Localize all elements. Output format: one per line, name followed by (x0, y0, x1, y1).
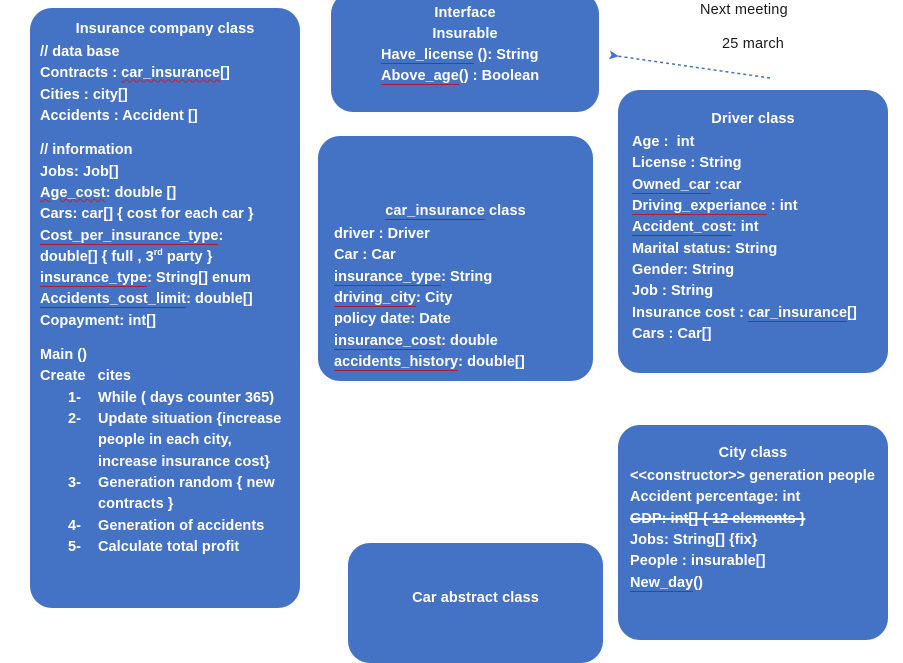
class-box-car-abstract[interactable]: Car abstract class (348, 543, 603, 663)
member-line: Gender: String (632, 261, 735, 278)
note-next-meeting-label: Next meeting (700, 2, 788, 18)
member-line: Car : Car (334, 247, 396, 264)
class-box-insurable-interface[interactable]: Interface Insurable Have_license (): Str… (331, 0, 599, 112)
member-line: Insurance cost : car_insurance[] (632, 304, 857, 322)
class-title-city: City class (718, 445, 788, 461)
member-line: Jobs: String[] {fix} (630, 531, 758, 548)
member-line: accidents_history: double[] (334, 353, 525, 371)
note-next-meeting-date: 25 march (722, 36, 785, 52)
member-line: Accidents : Accident [] (40, 107, 198, 124)
step-number: 5- (68, 538, 81, 555)
step-text: Calculate total profit (98, 538, 240, 555)
member-line: Copayment: int[] (40, 312, 156, 329)
step-number: 3- (68, 474, 81, 491)
diagram-canvas: Insurance company class // data base Con… (0, 0, 903, 663)
step-text: Generation of accidents (98, 517, 265, 534)
member-line: // data base (40, 44, 120, 61)
list-item: 1- While ( days counter 365) (68, 388, 292, 409)
member-line: Main () (40, 347, 88, 364)
main-procedure-steps: 1- While ( days counter 365) 2- Update s… (40, 388, 292, 559)
class-box-car-insurance[interactable]: car_insurance class driver : Driver Car … (318, 136, 593, 381)
class-title-driver: Driver class (711, 111, 795, 127)
class-members-car-insurance: driver : Driver Car : Car insurance_type… (318, 222, 593, 373)
member-line: Cities : city[] (40, 86, 128, 103)
step-number: 1- (68, 389, 81, 406)
class-title-interface: Interface (434, 5, 496, 21)
member-line-struck: GDP: int[] { 12 elements } (630, 510, 806, 527)
list-item: 4- Generation of accidents (68, 516, 292, 537)
member-line: insurance_type: String[] enum (40, 270, 251, 288)
class-title-insurance-company: Insurance company class (75, 21, 255, 37)
member-line: Age : int (632, 134, 695, 151)
member-line: Accident percentage: int (630, 489, 801, 506)
member-line: Age_cost: double [] (40, 184, 177, 201)
step-text: While ( days counter 365) (98, 389, 275, 406)
member-line: License : String (632, 155, 742, 172)
class-title-car-insurance: car_insurance class (385, 203, 526, 220)
member-line: // information (40, 142, 133, 159)
step-number: 4- (68, 517, 81, 534)
member-line: Marital status: String (632, 240, 778, 257)
class-box-driver[interactable]: Driver class Age : int License : String … (618, 90, 888, 373)
member-line: insurance_type: String (334, 268, 493, 286)
member-line: Jobs: Job[] (40, 163, 119, 180)
member-line: People : insurable[] (630, 553, 766, 570)
step-text: Update situation {increase people in eac… (98, 411, 286, 470)
step-text: Generation random { new contracts } (98, 474, 279, 513)
member-line: insurance_cost: double (334, 332, 498, 350)
member-line: double[] { full , 3rd party } (40, 247, 213, 265)
member-line: Have_license (): String (381, 47, 539, 65)
member-line: Contracts : car_insurance[] (40, 65, 230, 82)
member-line: Above_age() : Boolean (381, 68, 540, 86)
member-line: Driving_experiance : int (632, 197, 798, 215)
class-box-insurance-company[interactable]: Insurance company class // data base Con… (30, 8, 300, 608)
class-members-insurance-company: // data base Contracts : car_insurance[]… (30, 40, 300, 558)
member-line: Cars: car[] { cost for each car } (40, 206, 254, 223)
class-subtitle-insurable: Insurable (432, 26, 498, 43)
class-members-city: <<constructor>> generation people Accide… (618, 464, 888, 594)
member-line: driving_city: City (334, 289, 453, 307)
member-line: Accident_cost: int (632, 219, 759, 237)
list-item: 3- Generation random { new contracts } (68, 473, 292, 516)
step-number: 2- (68, 411, 81, 428)
member-line: Create cites (40, 368, 131, 385)
list-item: 2- Update situation {increase people in … (68, 409, 292, 473)
class-title-car-abstract: Car abstract class (412, 590, 539, 606)
member-line: New_day() (630, 574, 703, 592)
member-line: driver : Driver (334, 226, 430, 243)
list-item: 5- Calculate total profit (68, 537, 292, 558)
member-line: Accidents_cost_limit: double[] (40, 291, 253, 309)
member-line: Owned_car :car (632, 176, 742, 194)
class-members-driver: Age : int License : String Owned_car :ca… (618, 130, 888, 345)
member-line: Cars : Car[] (632, 325, 712, 342)
class-members-insurable: Have_license (): String Above_age() : Bo… (331, 45, 599, 88)
member-line: <<constructor>> generation people (630, 468, 875, 485)
member-line: Job : String (632, 283, 714, 300)
member-spacer (40, 332, 292, 345)
member-line: policy date: Date (334, 311, 451, 328)
member-line: Cost_per_insurance_type: (40, 227, 224, 245)
member-spacer (40, 127, 292, 140)
